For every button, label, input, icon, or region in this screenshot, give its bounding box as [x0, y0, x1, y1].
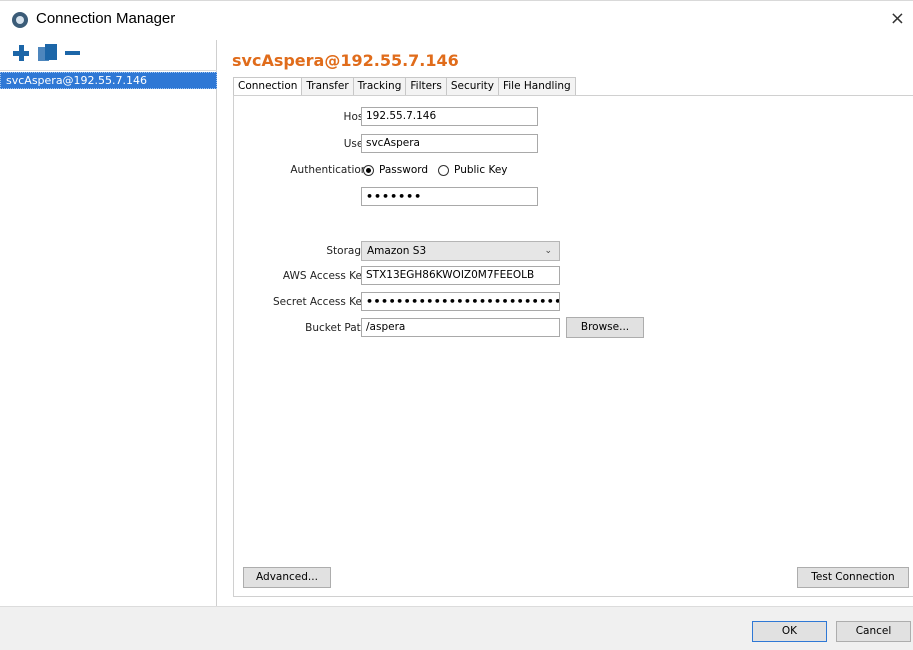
authentication-label: Authentication: — [290, 164, 371, 176]
connection-panel: Host: 192.55.7.146 User: svcAspera Authe… — [233, 95, 913, 597]
advanced-button[interactable]: Advanced... — [243, 567, 331, 588]
secret-access-key-label: Secret Access Key: — [273, 296, 371, 308]
connections-sidebar: svcAspera@192.55.7.146 — [0, 40, 217, 606]
cancel-button[interactable]: Cancel — [836, 621, 911, 642]
password-radio[interactable] — [363, 164, 374, 176]
duplicate-icon[interactable] — [38, 44, 58, 62]
test-connection-button[interactable]: Test Connection — [797, 567, 909, 588]
chevron-down-icon: ⌄ — [544, 246, 552, 256]
title-bar: Connection Manager × — [0, 0, 913, 40]
bucket-path-input[interactable]: /aspera — [361, 318, 560, 337]
ok-button[interactable]: OK — [752, 621, 827, 642]
user-input[interactable]: svcAspera — [361, 134, 538, 153]
sidebar-item-connection[interactable]: svcAspera@192.55.7.146 — [0, 72, 217, 89]
tab-tracking[interactable]: Tracking — [353, 77, 407, 96]
page-title: svcAspera@192.55.7.146 — [232, 51, 459, 70]
tab-security[interactable]: Security — [446, 77, 499, 96]
password-field[interactable]: ••••••• — [361, 187, 538, 206]
password-radio-label: Password — [379, 164, 429, 176]
tab-filters[interactable]: Filters — [406, 77, 447, 96]
close-icon[interactable]: × — [890, 8, 905, 29]
host-input[interactable]: 192.55.7.146 — [361, 107, 538, 126]
secret-access-key-field[interactable]: •••••••••••••••••••••••••••••• — [361, 292, 560, 311]
public-key-radio-label: Public Key — [454, 164, 508, 176]
aspera-app-icon — [12, 12, 28, 28]
tab-transfer[interactable]: Transfer — [302, 77, 354, 96]
sidebar-divider — [0, 70, 217, 71]
tab-bar: Connection Transfer Tracking Filters Sec… — [233, 77, 576, 97]
window-title: Connection Manager — [36, 10, 176, 27]
tab-file-handling[interactable]: File Handling — [498, 77, 576, 96]
browse-button[interactable]: Browse... — [566, 317, 644, 338]
remove-icon[interactable] — [65, 51, 80, 55]
add-icon[interactable] — [13, 45, 29, 61]
public-key-radio[interactable] — [438, 164, 450, 176]
storage-select-value: Amazon S3 — [367, 245, 427, 257]
tab-connection[interactable]: Connection — [233, 77, 303, 97]
aws-access-key-label: AWS Access Key: — [282, 270, 371, 282]
storage-select[interactable]: Amazon S3 ⌄ — [361, 241, 560, 261]
aws-access-key-input[interactable]: STX13EGH86KWOIZ0M7FEEOLB — [361, 266, 560, 285]
connection-details: svcAspera@192.55.7.146 Connection Transf… — [218, 40, 913, 606]
authentication-options: Password Public Key — [363, 161, 518, 179]
dialog-footer: OK Cancel — [0, 606, 913, 650]
